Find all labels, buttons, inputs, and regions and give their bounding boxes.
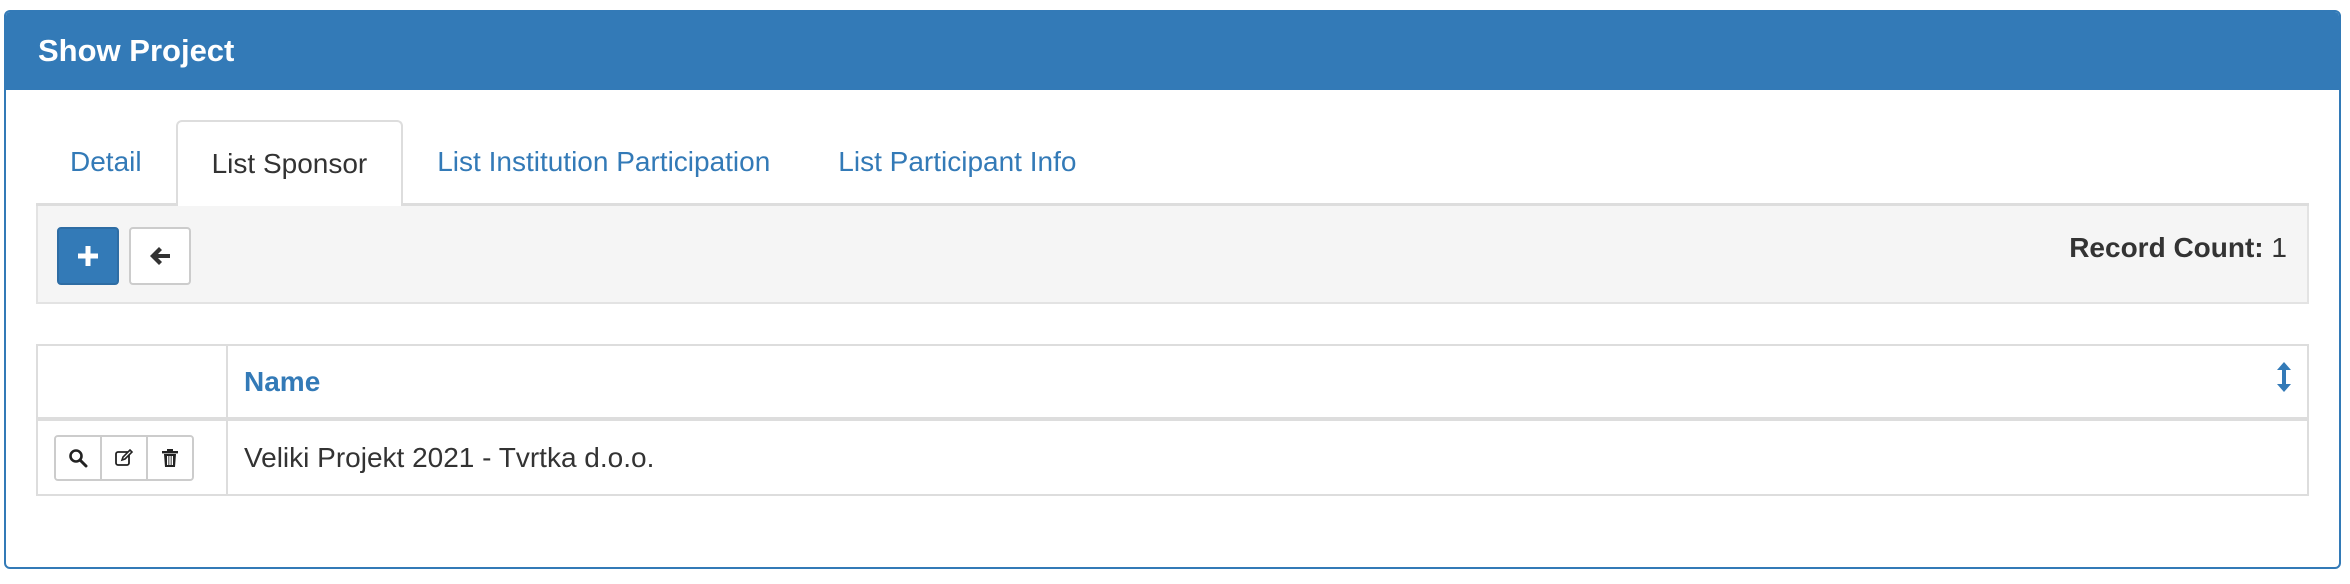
show-project-panel: Show Project Detail List Sponsor List In… [4, 10, 2341, 569]
plus-icon [78, 246, 98, 266]
list-toolbar: Record Count: 1 [36, 206, 2309, 304]
tab-list-sponsor[interactable]: List Sponsor [175, 120, 404, 206]
delete-button[interactable] [146, 436, 192, 479]
actions-column-header [36, 344, 228, 421]
record-count-value: 1 [2271, 232, 2287, 263]
sponsor-name-cell: Veliki Projekt 2021 - Tvrtka d.o.o. [226, 418, 2309, 496]
record-count-label: Record Count: [2069, 232, 2264, 263]
sort-vertical-icon[interactable] [2277, 362, 2291, 399]
tab-list-institution-participation[interactable]: List Institution Participation [403, 120, 804, 203]
edit-button[interactable] [100, 436, 146, 479]
table-header-row: Name [36, 344, 2309, 421]
name-column-header[interactable]: Name [226, 344, 2309, 421]
row-actions-cell [36, 418, 228, 496]
view-button[interactable] [56, 436, 100, 479]
trash-icon [162, 448, 178, 467]
sponsor-table: Name Veliki Projekt 2021 - Tvrtka d.o.o. [36, 344, 2309, 496]
add-button[interactable] [57, 227, 119, 285]
table-row: Veliki Projekt 2021 - Tvrtka d.o.o. [36, 418, 2309, 496]
panel-title: Show Project [6, 12, 2339, 90]
arrow-left-icon [150, 247, 170, 265]
tab-bar: Detail List Sponsor List Institution Par… [36, 120, 2309, 206]
record-count: Record Count: 1 [2069, 232, 2287, 264]
row-action-group [54, 434, 194, 481]
name-column-label: Name [244, 365, 321, 397]
tab-list-participant-info[interactable]: List Participant Info [804, 120, 1110, 203]
tab-detail[interactable]: Detail [36, 120, 176, 203]
edit-icon [115, 448, 134, 466]
back-button[interactable] [129, 227, 191, 285]
search-icon [69, 448, 88, 467]
panel-body: Detail List Sponsor List Institution Par… [6, 120, 2339, 496]
